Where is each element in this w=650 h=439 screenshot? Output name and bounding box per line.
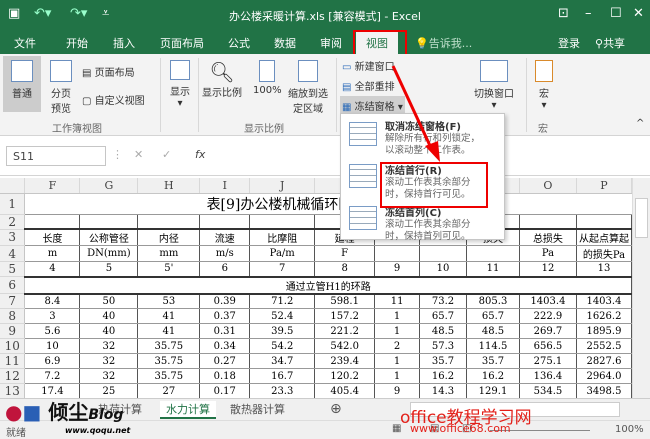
sheet-tab-hydraulic[interactable]: 水力计算: [160, 401, 216, 419]
status-ready: 就绪: [6, 428, 26, 439]
site-url-watermark: www.office68.com: [410, 422, 511, 435]
red-arrow: [391, 65, 440, 162]
zoom-level[interactable]: 100%: [615, 424, 644, 435]
add-sheet-button[interactable]: ⊕: [330, 401, 342, 417]
blog-watermark-logo: ●■ 倾尘Blog: [5, 400, 124, 424]
blog-url: www.qoqu.net: [65, 426, 131, 435]
sheet-tab-radiator[interactable]: 散热器计算: [230, 401, 285, 417]
